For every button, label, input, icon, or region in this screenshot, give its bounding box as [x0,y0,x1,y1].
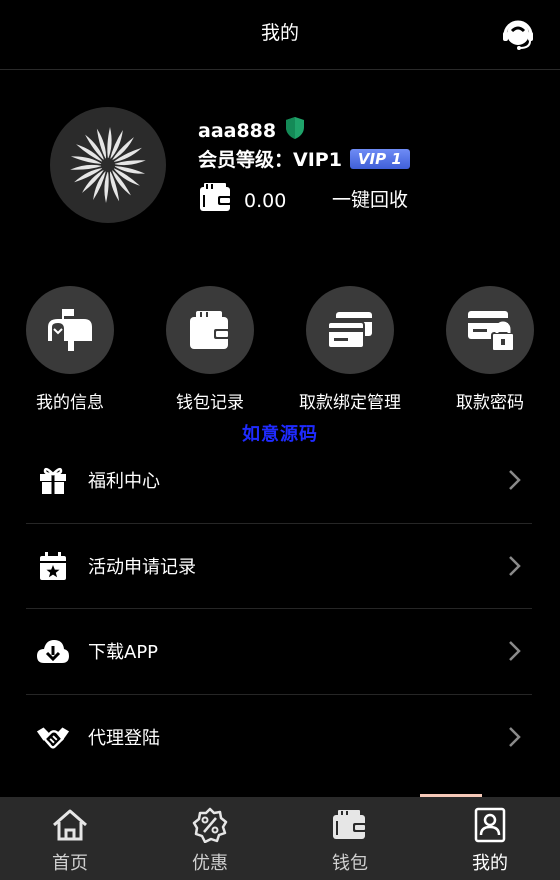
quick-action-wallet-records[interactable]: 钱包记录 [140,286,280,413]
quick-action-circle [446,286,534,374]
menu-item-agent-login[interactable]: 代理登陆 [26,695,532,781]
page-title: 我的 [260,22,299,44]
tab-label: 优惠 [192,853,228,874]
menu-item-label: 代理登陆 [88,728,160,750]
quick-action-withdraw-password[interactable]: 取款密码 [420,286,560,413]
quick-action-label: 钱包记录 [176,393,244,413]
chevron-right-icon [502,639,526,663]
quick-action-label: 取款密码 [456,393,524,413]
wallet-icon [330,805,370,845]
chevron-right-icon [502,725,526,749]
balance-row: 0.00 [198,183,286,218]
username-row: aaa888 [198,116,306,145]
menu-item-label: 下载APP [88,642,159,664]
wallet-icon [198,183,234,218]
quick-action-circle [306,286,394,374]
menu-item-activity-records[interactable]: 活动申请记录 [26,524,532,609]
tab-mine[interactable]: 我的 [420,794,560,880]
quick-action-label: 我的信息 [36,393,104,413]
verified-shield-icon [284,116,306,145]
balance-amount: 0.00 [244,189,287,212]
tab-label: 钱包 [332,853,368,874]
chevron-right-icon [502,468,526,492]
vip-badge: VIP 1 [349,148,410,169]
profile-icon [470,805,510,845]
menu-item-download-app[interactable]: 下载APP [26,609,532,695]
card-lock-icon [468,311,515,352]
username: aaa888 [198,119,277,142]
cloud-download-icon [36,634,70,668]
wallet-icon [190,311,230,349]
customer-service-icon[interactable] [500,17,536,53]
tab-promotions[interactable]: 优惠 [140,797,280,880]
avatar[interactable] [50,107,166,223]
menu-item-welfare-center[interactable]: 福利中心 [26,438,532,524]
one-click-recycle-button[interactable]: 一键回收 [332,185,408,212]
cards-icon [327,312,372,349]
gift-icon [36,463,70,497]
tab-wallet[interactable]: 钱包 [280,797,420,880]
tab-label: 我的 [472,853,508,874]
quick-action-my-info[interactable]: 我的信息 [0,286,140,413]
tab-label: 首页 [52,853,88,874]
mailbox-icon [48,309,92,351]
discount-icon [190,805,230,845]
handshake-icon [36,720,70,754]
quick-action-circle [166,286,254,374]
tab-home[interactable]: 首页 [0,797,140,880]
bottom-tab-bar: 首页 优惠 钱包 我的 [0,794,560,880]
menu-list: 福利中心 活动申请记录 下载APP 代理登陆 [26,438,532,780]
chevron-right-icon [502,554,526,578]
menu-item-label: 活动申请记录 [88,556,196,578]
quick-action-label: 取款绑定管理 [299,393,401,413]
calendar-star-icon [36,549,70,583]
menu-item-label: 福利中心 [88,471,160,493]
quick-action-circle [26,286,114,374]
member-level: 会员等级：VIP1 VIP 1 [198,145,410,172]
quick-action-withdraw-binding[interactable]: 取款绑定管理 [280,286,420,413]
member-level-label: 会员等级：VIP1 [198,149,342,171]
top-bar: 我的 [0,0,560,70]
sun-swirl-icon [70,127,146,203]
home-icon [50,805,90,845]
